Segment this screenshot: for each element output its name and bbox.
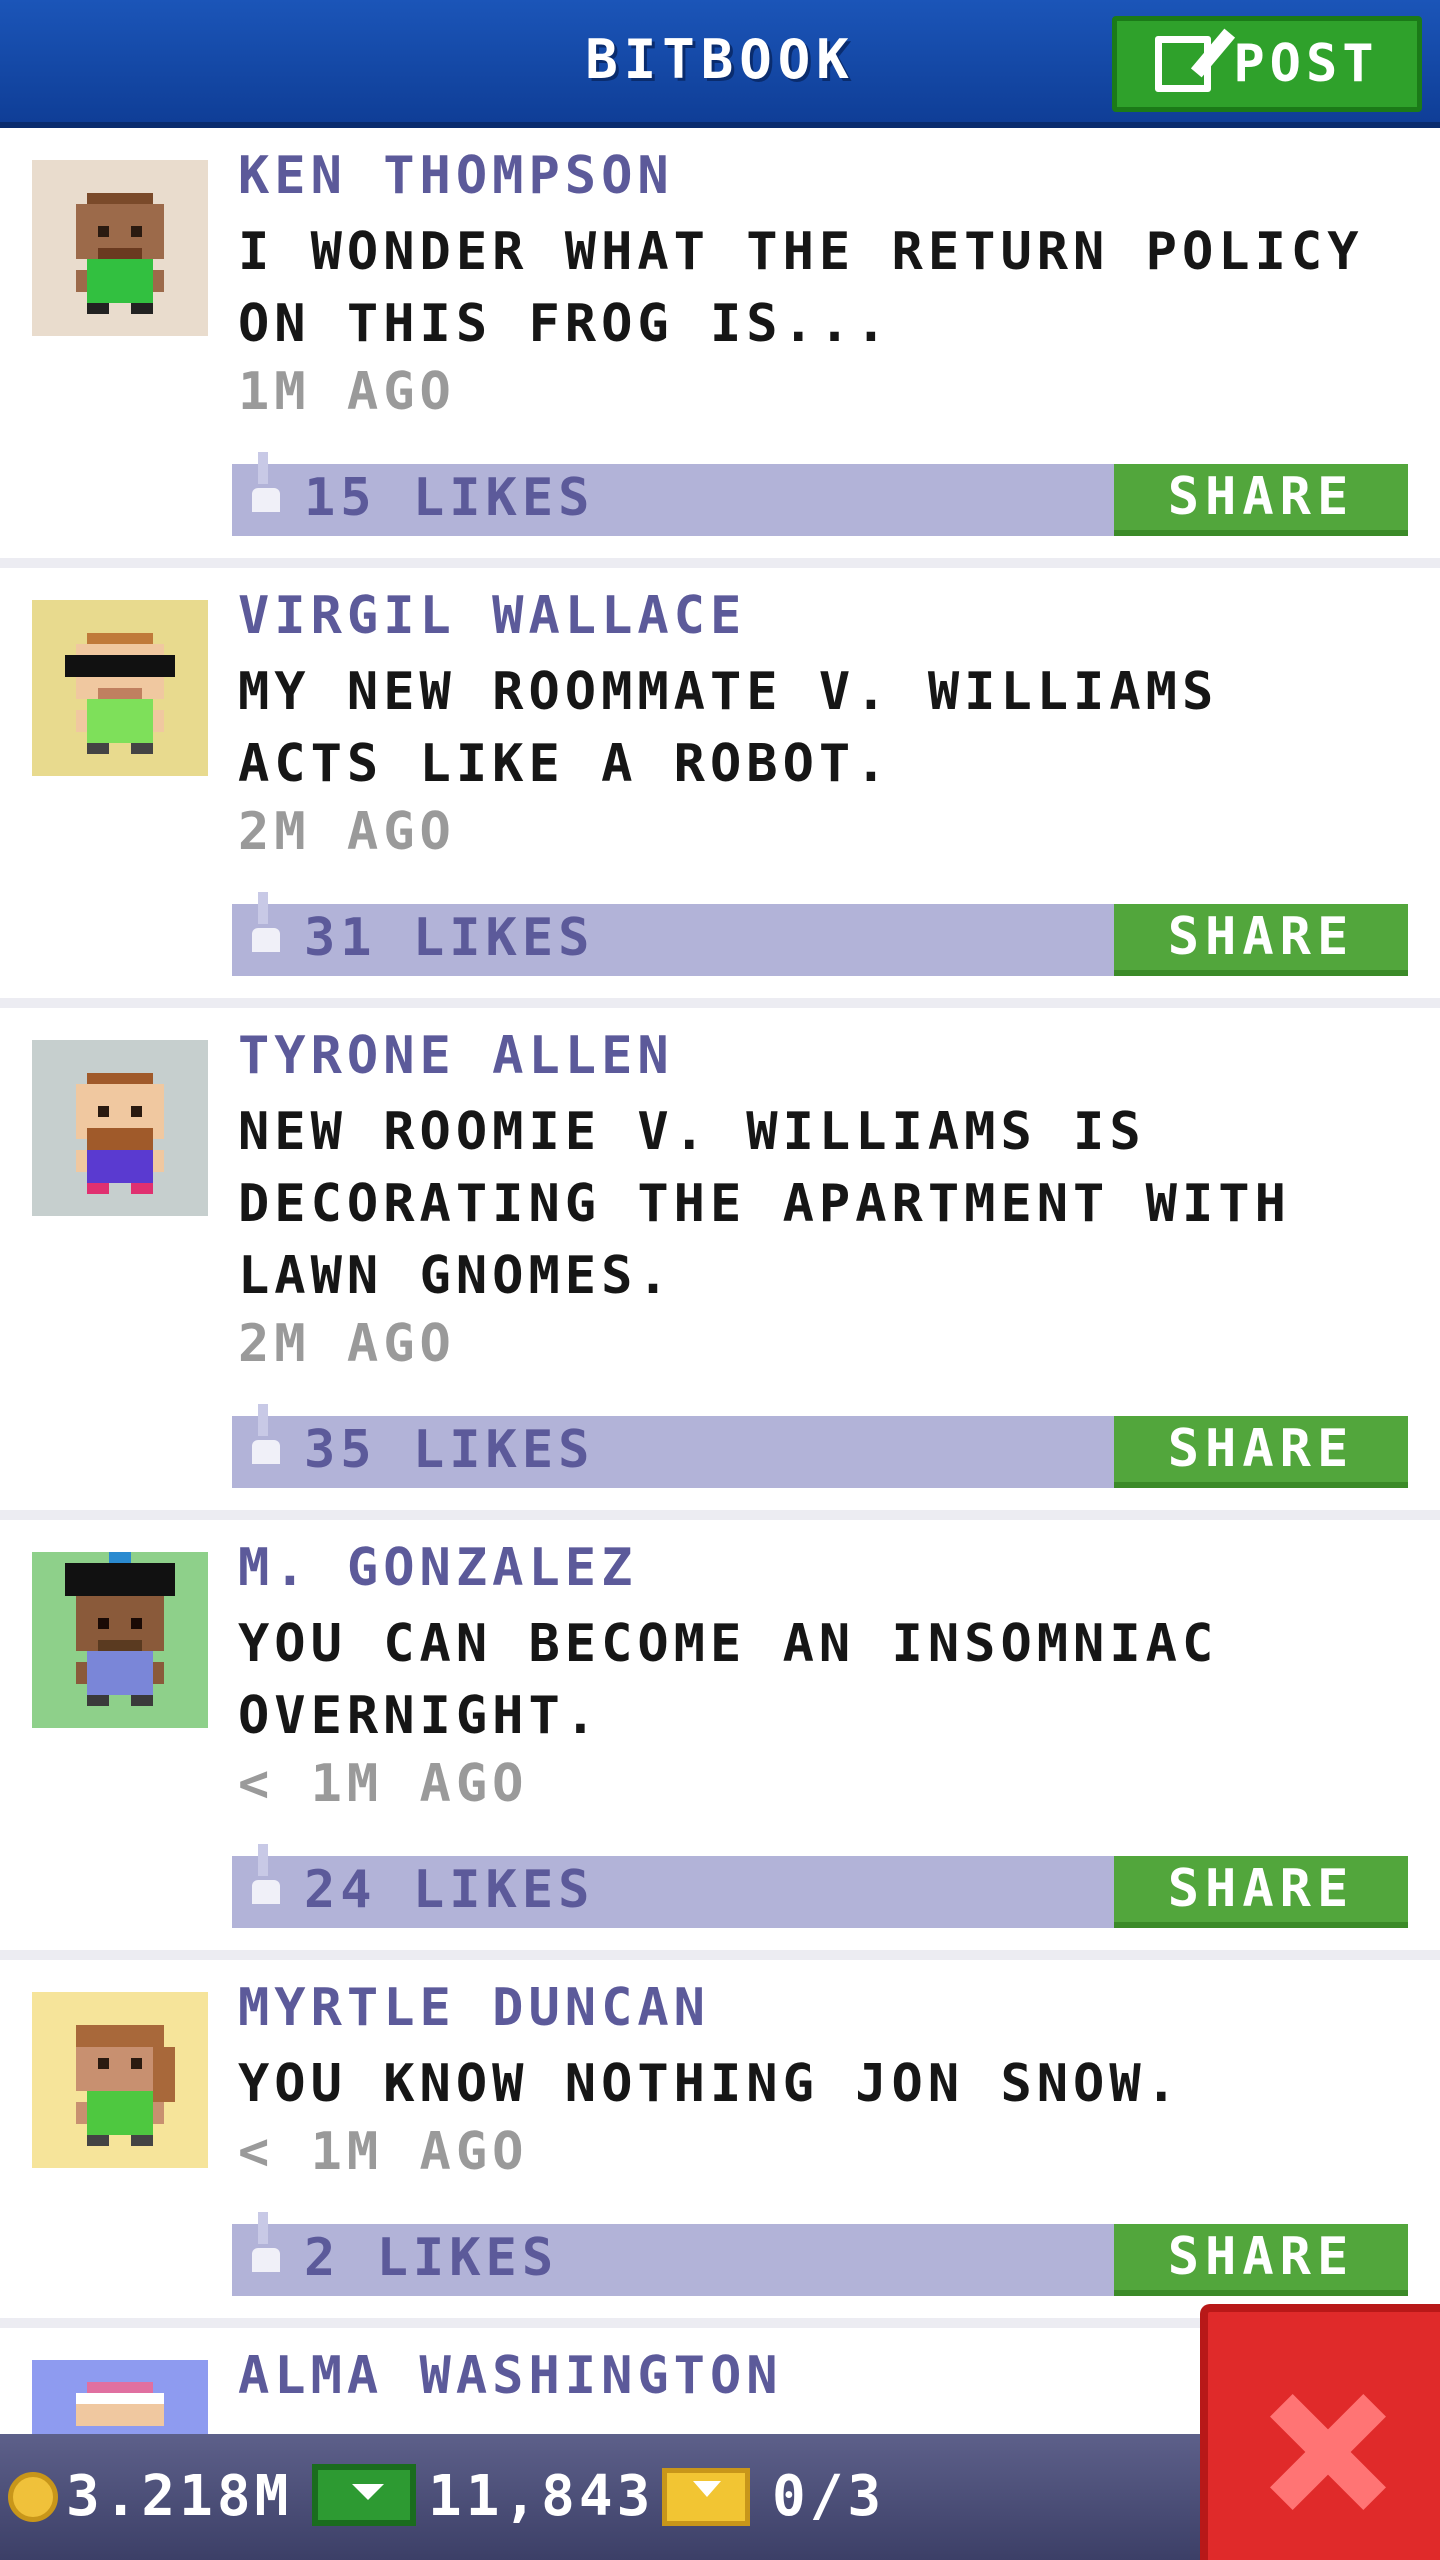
avatar[interactable]: [32, 160, 208, 336]
like-icon[interactable]: [252, 892, 280, 952]
likes-bar: 2 LIKES SHARE: [232, 2212, 1408, 2296]
coins-amount: 3.218M: [66, 2464, 293, 2529]
post-author[interactable]: ALMA WASHINGTON: [238, 2346, 783, 2406]
divider: [0, 558, 1440, 568]
post-time: < 1M AGO: [238, 1754, 529, 1814]
share-button[interactable]: SHARE: [1114, 904, 1408, 976]
tickets-amount: 0/3: [772, 2464, 886, 2529]
divider: [0, 998, 1440, 1008]
post-time: < 1M AGO: [238, 2122, 529, 2182]
close-button[interactable]: [1200, 2304, 1440, 2560]
coin-icon: [8, 2472, 58, 2522]
share-button[interactable]: SHARE: [1114, 2224, 1408, 2296]
likes-bar: 35 LIKES SHARE: [232, 1404, 1408, 1488]
share-button[interactable]: SHARE: [1114, 464, 1408, 536]
likes-count: 15 LIKES: [304, 468, 595, 528]
likes-bar: 31 LIKES SHARE: [232, 892, 1408, 976]
likes-count: 35 LIKES: [304, 1420, 595, 1480]
post-author[interactable]: KEN THOMPSON: [238, 146, 674, 206]
post-button[interactable]: POST: [1112, 16, 1422, 112]
divider: [0, 1510, 1440, 1520]
post-message: YOU CAN BECOME AN INSOMNIAC OVERNIGHT.: [238, 1614, 1219, 1746]
close-icon: [1268, 2392, 1388, 2512]
post-time: 2M AGO: [238, 802, 456, 862]
post-time: 2M AGO: [238, 1314, 456, 1374]
post-author[interactable]: MYRTLE DUNCAN: [238, 1978, 710, 2038]
post-author[interactable]: M. GONZALEZ: [238, 1538, 637, 1598]
like-icon[interactable]: [252, 1404, 280, 1464]
likes-bar: 15 LIKES SHARE: [232, 452, 1408, 536]
ticket-icon: [662, 2468, 750, 2526]
post-message: I WONDER WHAT THE RETURN POLICY ON THIS …: [238, 222, 1364, 354]
like-icon[interactable]: [252, 452, 280, 512]
bux-amount: 11,843: [428, 2464, 655, 2529]
compose-icon: [1155, 36, 1212, 92]
post-message: YOU KNOW NOTHING JON SNOW.: [238, 2054, 1182, 2114]
app-header: BITBOOK POST: [0, 0, 1440, 128]
share-button[interactable]: SHARE: [1114, 1856, 1408, 1928]
likes-count: 2 LIKES: [304, 2228, 559, 2288]
avatar[interactable]: [32, 600, 208, 776]
avatar[interactable]: [32, 1552, 208, 1728]
post-button-label: POST: [1233, 34, 1379, 94]
likes-count: 24 LIKES: [304, 1860, 595, 1920]
avatar[interactable]: [32, 1992, 208, 2168]
likes-count: 31 LIKES: [304, 908, 595, 968]
post-message: MY NEW ROOMMATE V. WILLIAMS ACTS LIKE A …: [238, 662, 1219, 794]
post-author[interactable]: VIRGIL WALLACE: [238, 586, 746, 646]
like-icon[interactable]: [252, 2212, 280, 2272]
divider: [0, 1950, 1440, 1960]
like-icon[interactable]: [252, 1844, 280, 1904]
post-message: NEW ROOMIE V. WILLIAMS IS DECORATING THE…: [238, 1102, 1291, 1306]
share-button[interactable]: SHARE: [1114, 1416, 1408, 1488]
bux-icon: [312, 2464, 416, 2526]
post-time: 1M AGO: [238, 362, 456, 422]
post-author[interactable]: TYRONE ALLEN: [238, 1026, 674, 1086]
likes-bar: 24 LIKES SHARE: [232, 1844, 1408, 1928]
avatar[interactable]: [32, 1040, 208, 1216]
